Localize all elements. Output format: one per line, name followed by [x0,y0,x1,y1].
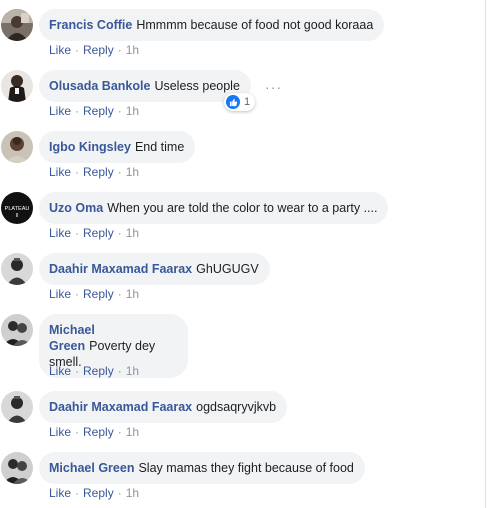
person-photo-icon [1,452,33,484]
comment-timestamp[interactable]: 1h [126,104,139,118]
comment-timestamp[interactable]: 1h [126,43,139,57]
comment-actions: Like · Reply · 1h [49,425,139,439]
avatar[interactable] [1,452,33,484]
like-link[interactable]: Like [49,287,71,301]
comment-author-link[interactable]: Daahir Maxamad Faarax [49,400,192,414]
comment-bubble: Daahir Maxamad Faarax ogdsaqryvjkvb [39,391,288,423]
separator: · [75,104,80,118]
comment-bubble: Igbo Kingsley End time [39,131,196,163]
separator: · [117,165,122,179]
like-link[interactable]: Like [49,226,71,240]
comment-text: Hmmmm because of food not good koraaa [136,18,374,32]
comment-author-link[interactable]: Uzo Oma [49,201,103,215]
plateau-logo-icon: PLATEAU [1,192,33,224]
comment-text: Useless people [154,79,240,93]
comment-actions: Like · Reply · 1h [49,165,139,179]
separator: · [75,364,80,378]
reply-link[interactable]: Reply [83,226,114,240]
comment-timestamp[interactable]: 1h [126,486,139,500]
separator: · [117,287,122,301]
like-link[interactable]: Like [49,425,71,439]
like-link[interactable]: Like [49,486,71,500]
comment-author-link[interactable]: Igbo Kingsley [49,140,131,154]
separator: · [75,226,80,240]
separator: · [75,486,80,500]
scroll-edge [485,0,486,508]
reply-link[interactable]: Reply [83,165,114,179]
comment-author-link[interactable]: Olusada Bankole [49,79,150,93]
reply-link[interactable]: Reply [83,425,114,439]
comment-bubble: Daahir Maxamad Faarax GhUGUGV [39,253,270,285]
avatar[interactable] [1,314,33,346]
comment-author-link[interactable]: Daahir Maxamad Faarax [49,262,192,276]
separator: · [117,104,122,118]
comment-text: Slay mamas they fight because of food [138,461,354,475]
comment-actions: Like · Reply · 1h [49,364,139,378]
comment-text: GhUGUGV [196,262,259,276]
comment-timestamp[interactable]: 1h [126,287,139,301]
separator: · [117,226,122,240]
comment-timestamp[interactable]: 1h [126,425,139,439]
separator: · [117,425,122,439]
comment-actions: Like · Reply · 1h [49,287,139,301]
reply-link[interactable]: Reply [83,486,114,500]
person-photo-icon [1,314,33,346]
avatar[interactable]: PLATEAU [1,192,33,224]
separator: · [75,287,80,301]
reaction-badge[interactable]: 1 [224,93,256,111]
like-link[interactable]: Like [49,104,71,118]
separator: · [117,43,122,57]
like-link[interactable]: Like [49,43,71,57]
comment-author-link[interactable]: Michael Green [49,461,134,475]
avatar[interactable] [1,131,33,163]
avatar[interactable] [1,391,33,423]
like-reaction-icon [226,95,240,109]
comment-actions: Like · Reply · 1h [49,43,139,57]
separator: · [75,425,80,439]
person-photo-icon [1,9,33,41]
reaction-count: 1 [244,96,251,108]
reply-link[interactable]: Reply [83,287,114,301]
reply-link[interactable]: Reply [83,364,114,378]
comment-timestamp[interactable]: 1h [126,165,139,179]
person-photo-icon [1,131,33,163]
separator: · [117,364,122,378]
comment-bubble: Olusada Bankole Useless people [39,70,251,102]
comment-text: ogdsaqryvjkvb [196,400,277,414]
separator: · [75,165,80,179]
comment-actions: Like · Reply · 1h [49,226,139,240]
comment-timestamp[interactable]: 1h [126,226,139,240]
comment-bubble: Uzo Oma When you are told the color to we… [39,192,389,224]
separator: · [117,486,122,500]
like-link[interactable]: Like [49,165,71,179]
like-link[interactable]: Like [49,364,71,378]
reply-link[interactable]: Reply [83,43,114,57]
comment-bubble: Michael Green Slay mamas they fight becau… [39,452,365,484]
comment-actions: Like · Reply · 1h [49,486,139,500]
separator: · [75,43,80,57]
person-photo-icon [1,253,33,285]
comment-author-link[interactable]: Francis Coffie [49,18,132,32]
person-photo-icon [1,70,33,102]
avatar[interactable] [1,253,33,285]
reply-link[interactable]: Reply [83,104,114,118]
avatar-logo-text: PLATEAU [5,206,30,212]
avatar[interactable] [1,70,33,102]
comment-timestamp[interactable]: 1h [126,364,139,378]
comment-text: End time [134,140,185,154]
comment-actions: Like · Reply · 1h [49,104,139,118]
comment-bubble: Francis Coffie Hmmmm because of food not … [39,9,385,41]
person-photo-icon [1,391,33,423]
comment-author-link[interactable]: Michael Green [49,323,95,353]
more-options-icon[interactable]: ··· [265,80,282,94]
comment-text: When you are told the color to wear to a… [107,201,378,215]
avatar[interactable] [1,9,33,41]
